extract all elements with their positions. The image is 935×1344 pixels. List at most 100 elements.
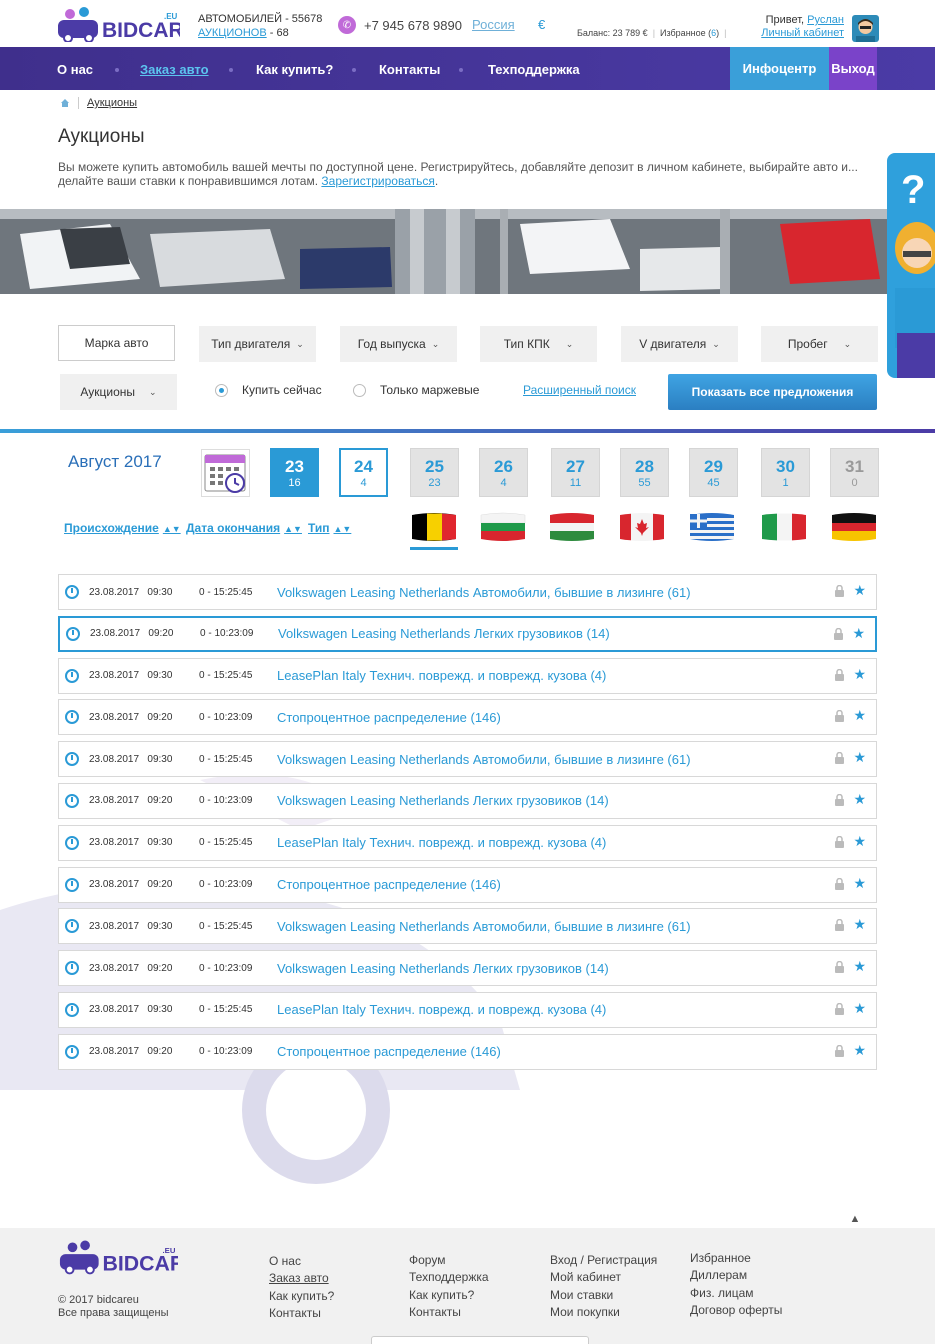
year-select[interactable]: Год выпуска ⌄	[340, 326, 457, 362]
auction-name-link[interactable]: Volkswagen Leasing Netherlands Автомобил…	[277, 752, 876, 767]
brand-select[interactable]: Марка авто	[58, 325, 175, 361]
footer-logo[interactable]: BIDCAR .EU	[58, 1238, 185, 1276]
sort-origin[interactable]: Происхождение ▲▼	[64, 521, 181, 535]
hungary-flag[interactable]	[549, 512, 595, 542]
show-all-button[interactable]: Показать все предложения	[668, 374, 877, 410]
footer-link[interactable]: Заказ авто	[269, 1270, 334, 1287]
footer-link[interactable]: Как купить?	[269, 1288, 334, 1305]
day-25[interactable]: 25 23	[410, 448, 459, 497]
bidcar-logo[interactable]: BIDCAR .EU	[56, 6, 184, 43]
scroll-top-icon[interactable]: ▲	[846, 1213, 864, 1227]
favorites-link[interactable]: Избранное (6)	[660, 28, 719, 38]
breadcrumb-auctions[interactable]: Аукционы	[87, 97, 137, 109]
favorite-star-icon[interactable]: ★	[852, 625, 865, 642]
auction-name-link[interactable]: Volkswagen Leasing Netherlands Легких гр…	[278, 626, 875, 641]
favorite-star-icon[interactable]: ★	[853, 958, 866, 975]
favorite-star-icon[interactable]: ★	[853, 916, 866, 933]
buy-now-radio[interactable]: Купить сейчас	[215, 383, 322, 397]
footer-link[interactable]: Контакты	[409, 1304, 489, 1321]
phone[interactable]: ✆ +7 945 678 9890	[338, 16, 462, 34]
nav-how-to-buy[interactable]: Как купить?	[256, 62, 333, 77]
day-30[interactable]: 30 1	[761, 448, 810, 497]
infocenter-button[interactable]: Инфоцентр	[730, 47, 829, 90]
footer-link[interactable]: О нас	[269, 1253, 334, 1270]
pagination[interactable]	[371, 1336, 589, 1344]
auction-row[interactable]: 23.08.2017 09:30 0 - 15:25:45 LeasePlan It…	[58, 657, 877, 694]
footer-link[interactable]: Как купить?	[409, 1287, 489, 1304]
bulgaria-flag[interactable]	[480, 512, 526, 542]
sort-type[interactable]: Тип ▲▼	[308, 521, 351, 535]
footer-link[interactable]: Контакты	[269, 1305, 334, 1322]
footer-link[interactable]: Мои ставки	[550, 1287, 657, 1304]
nav-support[interactable]: Техподдержка	[488, 62, 580, 77]
day-31[interactable]: 31 0	[830, 448, 879, 497]
auction-name-link[interactable]: Стопроцентное распределение (146)	[277, 1044, 876, 1059]
auction-row[interactable]: 23.08.2017 09:20 0 - 10:23:09 Volkswagen L…	[58, 615, 877, 652]
day-23[interactable]: 23 16	[270, 448, 319, 497]
germany-flag[interactable]	[831, 512, 877, 542]
footer-link[interactable]: Вход / Регистрация	[550, 1252, 657, 1269]
day-29[interactable]: 29 45	[689, 448, 738, 497]
italy-flag[interactable]	[761, 512, 807, 542]
day-28[interactable]: 28 55	[620, 448, 669, 497]
day-27[interactable]: 27 11	[551, 448, 600, 497]
footer-link[interactable]: Форум	[409, 1252, 489, 1269]
avatar[interactable]	[852, 15, 879, 42]
belgium-flag[interactable]	[411, 512, 457, 542]
cabinet-link[interactable]: Личный кабинет	[761, 27, 844, 39]
favorite-star-icon[interactable]: ★	[853, 666, 866, 683]
home-icon[interactable]	[60, 98, 70, 108]
engine-type-select[interactable]: Тип двигателя ⌄	[199, 326, 316, 362]
favorite-star-icon[interactable]: ★	[853, 707, 866, 724]
day-26[interactable]: 26 4	[479, 448, 528, 497]
auction-name-link[interactable]: Volkswagen Leasing Netherlands Автомобил…	[277, 919, 876, 934]
auction-name-link[interactable]: LeasePlan Italy Технич. поврежд. и повре…	[277, 668, 876, 683]
favorite-star-icon[interactable]: ★	[853, 749, 866, 766]
auction-row[interactable]: 23.08.2017 09:30 0 - 15:25:45 LeasePlan It…	[58, 991, 877, 1028]
nav-about[interactable]: О нас	[57, 62, 93, 77]
nav-order-car[interactable]: Заказ авто	[140, 62, 209, 77]
sort-end-date[interactable]: Дата окончания ▲▼	[186, 521, 302, 535]
favorite-star-icon[interactable]: ★	[853, 875, 866, 892]
auction-row[interactable]: 23.08.2017 09:30 0 - 15:25:45 Volkswagen L…	[58, 908, 877, 945]
auctions-link[interactable]: АУКЦИОНОВ	[198, 27, 267, 39]
auction-name-link[interactable]: Volkswagen Leasing Netherlands Легких гр…	[277, 961, 876, 976]
canada-flag[interactable]	[619, 512, 665, 542]
help-widget[interactable]: ?	[887, 153, 935, 378]
favorite-star-icon[interactable]: ★	[853, 582, 866, 599]
auction-name-link[interactable]: Volkswagen Leasing Netherlands Автомобил…	[277, 585, 876, 600]
footer-link[interactable]: Договор оферты	[690, 1302, 782, 1319]
favorite-star-icon[interactable]: ★	[853, 791, 866, 808]
mileage-select[interactable]: Пробег ⌄	[761, 326, 878, 362]
footer-link[interactable]: Физ. лицам	[690, 1285, 782, 1302]
calendar-icon[interactable]	[201, 449, 250, 497]
advanced-search-link[interactable]: Расширенный поиск	[523, 383, 636, 397]
user-name-link[interactable]: Руслан	[807, 14, 844, 26]
favorite-star-icon[interactable]: ★	[853, 1042, 866, 1059]
footer-link[interactable]: Мой кабинет	[550, 1269, 657, 1286]
auction-name-link[interactable]: Стопроцентное распределение (146)	[277, 710, 876, 725]
margin-only-radio[interactable]: Только маржевые	[353, 383, 479, 397]
auction-name-link[interactable]: Volkswagen Leasing Netherlands Легких гр…	[277, 793, 876, 808]
greece-flag[interactable]	[689, 512, 735, 542]
favorite-star-icon[interactable]: ★	[853, 1000, 866, 1017]
footer-link[interactable]: Диллерам	[690, 1267, 782, 1284]
auction-row[interactable]: 23.08.2017 09:20 0 - 10:23:09 Стопроцентно…	[58, 1033, 877, 1070]
auction-name-link[interactable]: LeasePlan Italy Технич. поврежд. и повре…	[277, 1002, 876, 1017]
auction-row[interactable]: 23.08.2017 09:20 0 - 10:23:09 Стопроцентно…	[58, 699, 877, 736]
auction-row[interactable]: 23.08.2017 09:30 0 - 15:25:45 Volkswagen L…	[58, 741, 877, 778]
auction-row[interactable]: 23.08.2017 09:30 0 - 15:25:45 Volkswagen L…	[58, 574, 877, 610]
auction-row[interactable]: 23.08.2017 09:20 0 - 10:23:09 Volkswagen L…	[58, 782, 877, 819]
auction-name-link[interactable]: Стопроцентное распределение (146)	[277, 877, 876, 892]
exit-button[interactable]: Выход	[829, 47, 877, 90]
nav-contacts[interactable]: Контакты	[379, 62, 440, 77]
register-link[interactable]: Зарегистрироваться	[321, 174, 434, 188]
country-selector[interactable]: Россия	[472, 17, 515, 32]
engine-volume-select[interactable]: V двигателя ⌄	[621, 326, 738, 362]
footer-link[interactable]: Избранное	[690, 1250, 782, 1267]
auction-row[interactable]: 23.08.2017 09:20 0 - 10:23:09 Volkswagen L…	[58, 950, 877, 987]
auction-row[interactable]: 23.08.2017 09:30 0 - 15:25:45 LeasePlan It…	[58, 824, 877, 861]
auctions-select[interactable]: Аукционы ⌄	[60, 374, 177, 410]
auction-name-link[interactable]: LeasePlan Italy Технич. поврежд. и повре…	[277, 835, 876, 850]
gearbox-select[interactable]: Тип КПК ⌄	[480, 326, 597, 362]
